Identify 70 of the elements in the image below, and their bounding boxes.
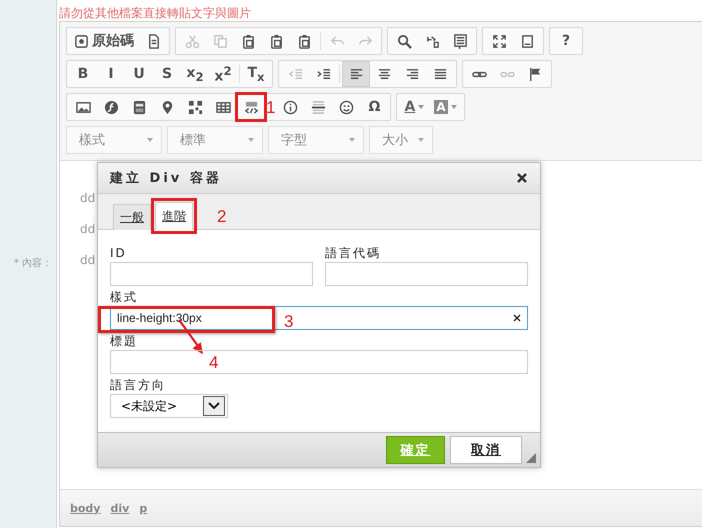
scissors-icon xyxy=(184,34,200,48)
toolbar-button[interactable]: I xyxy=(97,61,125,87)
table-icon xyxy=(216,100,230,114)
color-button[interactable]: A xyxy=(429,94,462,120)
color-button[interactable]: A xyxy=(399,94,430,120)
caret-icon xyxy=(450,105,457,109)
toolbar-button[interactable] xyxy=(237,94,265,120)
toolbar-button[interactable]: U xyxy=(125,61,153,87)
field-label: * 內容： xyxy=(14,256,52,270)
annotation-number: 3 xyxy=(284,312,294,332)
blocks-icon xyxy=(520,34,534,48)
toolbar-button[interactable]: Ω xyxy=(360,94,388,120)
clipboard-icon xyxy=(296,34,312,48)
toolbar-button[interactable]: S xyxy=(153,61,181,87)
align-left-icon xyxy=(348,66,364,82)
indent-icon xyxy=(316,66,330,82)
caret-icon xyxy=(418,105,424,109)
smiley-icon xyxy=(338,100,354,114)
close-icon[interactable] xyxy=(516,172,528,184)
field-label: ID xyxy=(110,246,127,261)
content-text: dd xyxy=(80,191,96,207)
horizontal-line-icon xyxy=(310,100,326,114)
align-right-icon xyxy=(404,66,420,82)
text-field[interactable] xyxy=(110,350,528,374)
annotation-number: 4 xyxy=(208,354,220,371)
copy-icon xyxy=(212,34,228,48)
caret-icon xyxy=(147,138,153,142)
image-icon xyxy=(76,100,90,114)
field-label: 語言代碼 xyxy=(325,246,381,261)
resize-grip-icon[interactable] xyxy=(526,453,536,463)
toolbar-button[interactable]: T$_{x}$ xyxy=(242,61,270,87)
annotation-number: 2 xyxy=(217,207,226,227)
page-icon xyxy=(74,34,89,48)
caret-icon xyxy=(418,138,424,142)
warning-text: 請勿從其他檔案直接轉貼文字與圖片 xyxy=(59,5,252,21)
div-icon xyxy=(244,100,258,114)
clipboard-icon xyxy=(240,34,256,48)
text-field[interactable] xyxy=(110,262,313,286)
caret-icon xyxy=(248,138,254,142)
content-text: dd xyxy=(80,253,96,269)
clear-icon[interactable] xyxy=(513,314,521,322)
toolbar-button[interactable]: x$_{2}$ xyxy=(181,61,209,87)
toolbar-button[interactable]: x$^{2}$ xyxy=(209,61,237,87)
chevron-down-icon xyxy=(208,402,220,410)
field-label: 樣式 xyxy=(110,290,138,305)
field-label: 語言方向 xyxy=(110,378,166,393)
maximize-icon xyxy=(492,34,506,48)
toolbar-button[interactable]: B xyxy=(69,61,97,87)
justify-icon xyxy=(432,66,448,82)
dialog-tab[interactable]: 一般 xyxy=(113,204,151,230)
select-all-icon xyxy=(452,34,468,48)
text-field[interactable] xyxy=(325,262,528,286)
search-icon xyxy=(396,34,412,48)
toolbar-button[interactable] xyxy=(342,61,370,87)
toolbar-button[interactable]: ? xyxy=(552,28,580,54)
caret-icon xyxy=(349,138,355,142)
info-icon xyxy=(282,100,298,114)
flash-icon xyxy=(104,100,118,114)
annotation-number: 1 xyxy=(266,98,276,116)
direction-select[interactable]: <未設定> xyxy=(110,394,228,418)
cancel-button[interactable]: 取消 xyxy=(450,436,522,464)
qr-code-icon xyxy=(188,100,202,114)
dialog-title: 建立 Div 容器 xyxy=(110,170,222,187)
outdent-icon xyxy=(288,66,302,82)
align-center-icon xyxy=(376,66,392,82)
flag-icon xyxy=(528,66,542,82)
field-label: 標題 xyxy=(110,334,138,349)
clipboard-icon xyxy=(268,34,284,48)
toolbar-button[interactable]: 原始碼 xyxy=(69,28,139,54)
content-text: dd xyxy=(80,222,96,238)
